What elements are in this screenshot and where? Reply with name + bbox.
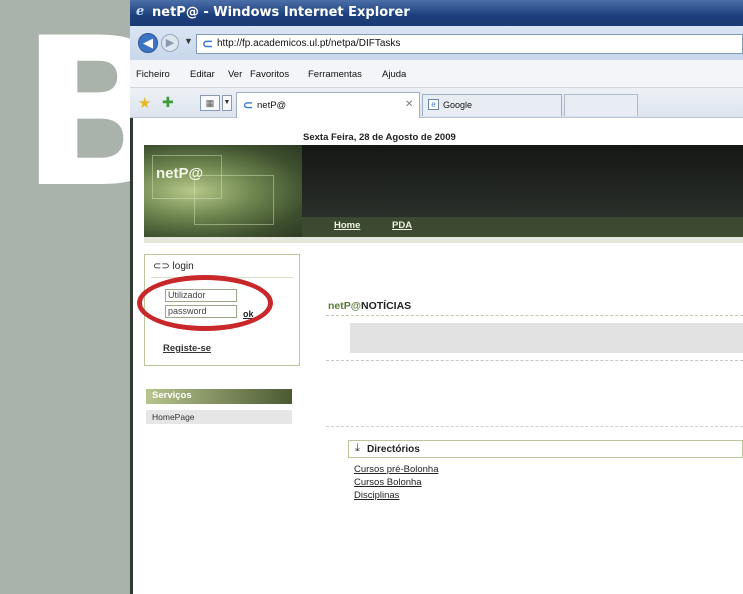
title-bar: e netP@ - Windows Internet Explorer bbox=[130, 0, 743, 26]
page-margin: B bbox=[0, 0, 130, 594]
tab-label: netP@ bbox=[257, 100, 287, 111]
services-heading: Serviços bbox=[146, 389, 292, 404]
tab-label: Google bbox=[443, 100, 473, 110]
link-cursos-pre-bolonha[interactable]: Cursos pré-Bolonha bbox=[354, 464, 439, 475]
address-bar[interactable]: ⊂ http://fp.academicos.ul.pt/netpa/DIFTa… bbox=[196, 34, 743, 54]
link-disciplinas[interactable]: Disciplinas bbox=[354, 490, 399, 501]
login-heading: ⊂⊃ login bbox=[153, 261, 194, 272]
menu-ferramentas[interactable]: Ferramentas bbox=[308, 69, 362, 80]
tab-netpa[interactable]: ⊂ netP@ ✕ bbox=[236, 92, 420, 118]
add-favorite-icon[interactable]: ✚ bbox=[162, 94, 174, 111]
forward-button[interactable]: ▶ bbox=[161, 34, 179, 52]
new-tab-button[interactable] bbox=[564, 94, 638, 116]
link-cursos-bolonha[interactable]: Cursos Bolonha bbox=[354, 477, 422, 488]
header-divider bbox=[144, 237, 743, 243]
window-title: netP@ - Windows Internet Explorer bbox=[152, 5, 410, 20]
ie-page-icon: e bbox=[428, 99, 439, 110]
highlight-circle bbox=[137, 275, 273, 331]
nav-home-link[interactable]: Home bbox=[334, 220, 360, 231]
back-button[interactable]: ◀ bbox=[138, 33, 158, 53]
news-heading: netP@NOTÍCIAS bbox=[328, 300, 412, 312]
tab-google[interactable]: e Google bbox=[422, 94, 562, 116]
services-item-homepage[interactable]: HomePage bbox=[146, 410, 292, 424]
download-arrow-icon: ⤓ bbox=[355, 442, 360, 454]
nav-pda-link[interactable]: PDA bbox=[392, 220, 412, 231]
address-url: http://fp.academicos.ul.pt/netpa/DIFTask… bbox=[217, 38, 401, 49]
web-page: Sexta Feira, 28 de Agosto de 2009 netP@ … bbox=[130, 118, 743, 594]
divider bbox=[326, 315, 743, 316]
divider bbox=[326, 360, 743, 361]
register-link[interactable]: Registe-se bbox=[163, 343, 211, 354]
key-icon: ⊂⊃ bbox=[153, 261, 170, 272]
page-edge bbox=[130, 118, 133, 594]
page-icon: ⊂ bbox=[202, 36, 213, 51]
menu-favoritos[interactable]: Favoritos bbox=[250, 69, 289, 80]
banner-logo-panel: netP@ bbox=[144, 145, 302, 237]
menu-ficheiro[interactable]: Ficheiro bbox=[136, 69, 170, 80]
close-tab-icon[interactable]: ✕ bbox=[405, 99, 413, 110]
menu-editar[interactable]: Editar bbox=[190, 69, 215, 80]
page-icon: ⊂ bbox=[243, 98, 254, 112]
banner-tile bbox=[194, 175, 274, 225]
divider bbox=[326, 426, 743, 427]
banner-header bbox=[302, 145, 743, 217]
directories-heading: ⤓ Directórios bbox=[348, 440, 743, 458]
history-dropdown-icon[interactable]: ▼ bbox=[184, 36, 193, 46]
tab-bar: ★ ✚ ▦ ▼ ⊂ netP@ ✕ e Google bbox=[130, 88, 743, 118]
top-nav: Home PDA bbox=[302, 217, 743, 237]
news-content bbox=[350, 323, 743, 353]
site-logo[interactable]: netP@ bbox=[156, 165, 203, 182]
ie-icon: e bbox=[136, 4, 145, 19]
margin-letter: B bbox=[20, 28, 130, 228]
browser-window: e netP@ - Windows Internet Explorer ◀ ▶ … bbox=[130, 0, 743, 594]
address-row: ◀ ▶ ▼ ⊂ http://fp.academicos.ul.pt/netpa… bbox=[130, 26, 743, 60]
tab-list-dropdown-icon[interactable]: ▼ bbox=[222, 95, 232, 111]
menu-bar: Ficheiro Editar Ver Favoritos Ferramenta… bbox=[130, 60, 743, 88]
current-date: Sexta Feira, 28 de Agosto de 2009 bbox=[303, 132, 456, 143]
login-panel: ⊂⊃ login Utilizador password ok Registe-… bbox=[137, 254, 300, 366]
favorites-star-icon[interactable]: ★ bbox=[138, 94, 151, 112]
menu-ajuda[interactable]: Ajuda bbox=[382, 69, 406, 80]
quick-tabs-icon[interactable]: ▦ bbox=[200, 95, 220, 111]
menu-ver[interactable]: Ver bbox=[228, 69, 242, 80]
